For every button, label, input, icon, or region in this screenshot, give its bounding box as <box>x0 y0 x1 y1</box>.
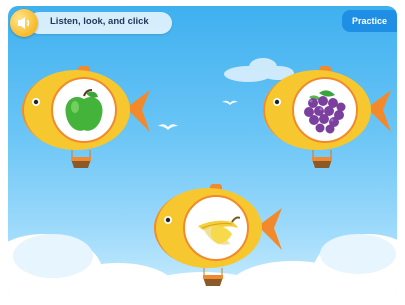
practice-tab[interactable]: Practice <box>342 10 397 32</box>
apple-icon <box>65 89 103 131</box>
banana-icon <box>198 216 240 245</box>
instruction-banner: Listen, look, and click <box>28 12 172 34</box>
bird-1 <box>158 124 178 130</box>
speaker-icon <box>18 17 30 29</box>
answer-choice-grapes[interactable] <box>257 58 393 170</box>
answer-choice-banana[interactable] <box>148 176 284 288</box>
bird-2 <box>222 100 238 105</box>
grapes-icon <box>304 90 346 134</box>
game-frame: Listen, look, and click Practice <box>8 6 397 299</box>
speaker-button[interactable] <box>10 9 38 37</box>
answer-choice-apple[interactable] <box>16 58 152 170</box>
instruction-text: Listen, look, and click <box>50 16 149 27</box>
top-bar: Listen, look, and click Practice <box>8 6 397 40</box>
